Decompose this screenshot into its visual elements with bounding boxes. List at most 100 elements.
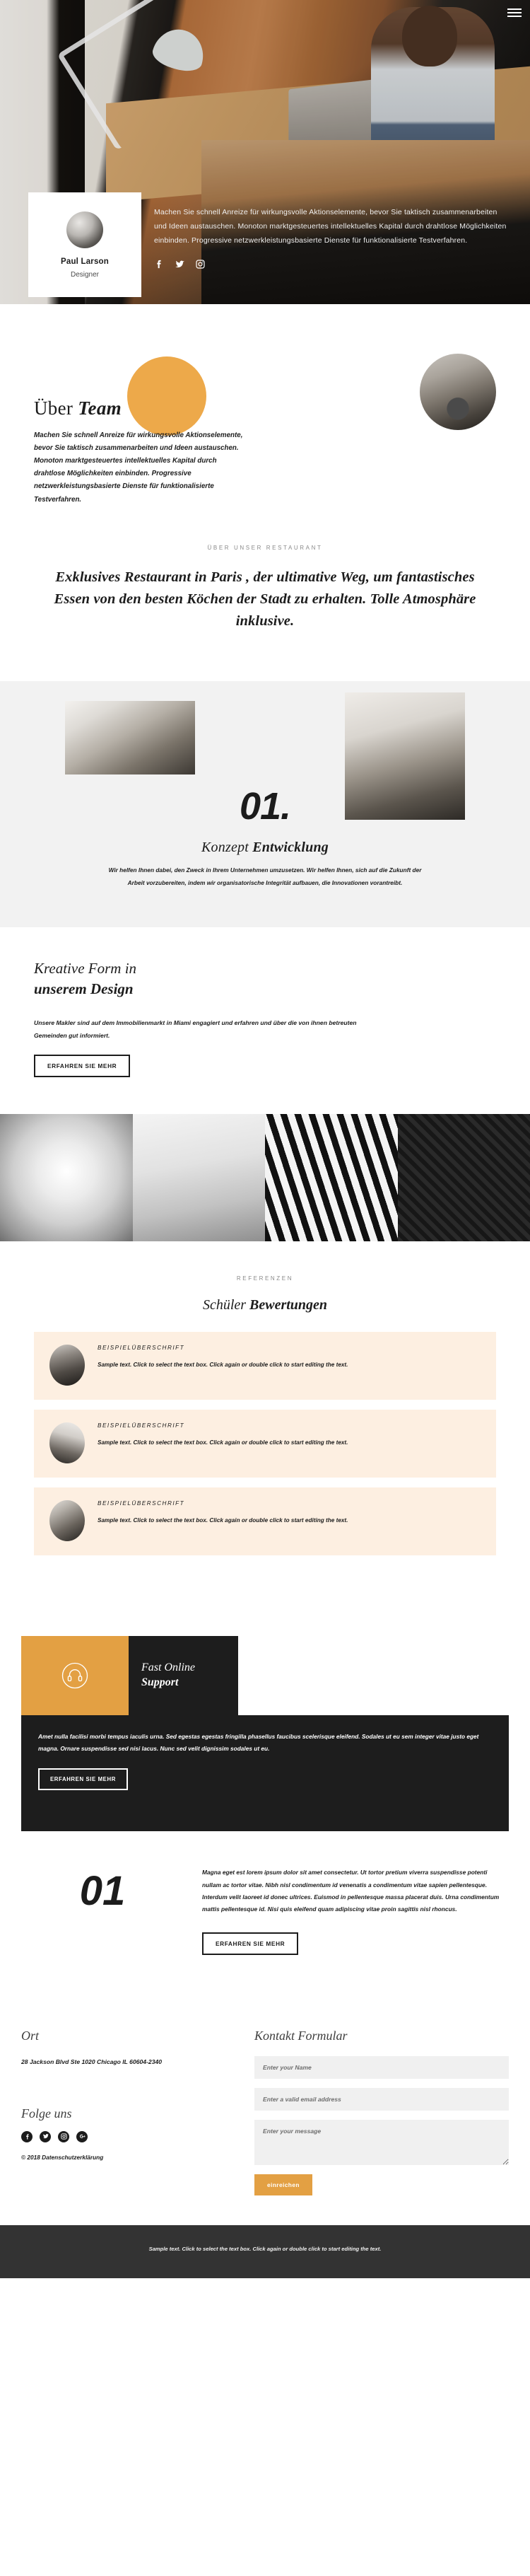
footer-section: Ort 28 Jackson Blvd Ste 1020 Chicago IL … bbox=[0, 1997, 530, 2226]
gallery-image-texture bbox=[397, 1114, 530, 1242]
support-body-panel: Amet nulla facilisi morbi tempus iaculis… bbox=[21, 1715, 509, 1832]
name-field[interactable] bbox=[254, 2056, 509, 2079]
gallery-image-zebra bbox=[265, 1114, 398, 1242]
profile-role: Designer bbox=[70, 270, 100, 279]
review-avatar bbox=[49, 1345, 85, 1386]
reviews-title-plain: Schüler bbox=[202, 1297, 250, 1313]
review-card: BEISPIELÜBERSCHRIFT Sample text. Click t… bbox=[34, 1410, 496, 1478]
kreative-title-line1: Kreative Form in bbox=[34, 960, 137, 977]
review-body: Sample text. Click to select the text bo… bbox=[98, 1439, 348, 1446]
review-avatar bbox=[49, 1422, 85, 1464]
lorem-content: Magna eget est lorem ipsum dolor sit ame… bbox=[202, 1867, 509, 1956]
gallery-image-spiral bbox=[0, 1114, 133, 1242]
support-section: Fast Online Support Amet nulla facilisi … bbox=[0, 1605, 530, 1832]
gallery-strip bbox=[0, 1114, 530, 1242]
support-title-panel: Fast Online Support bbox=[129, 1636, 238, 1716]
about-team-section: Über Team Machen Sie schnell Anreize für… bbox=[0, 304, 530, 516]
twitter-icon[interactable] bbox=[175, 259, 185, 269]
review-card: BEISPIELÜBERSCHRIFT Sample text. Click t… bbox=[34, 1332, 496, 1400]
konzept-text-block: Konzept Entwicklung Wir helfen Ihnen dab… bbox=[0, 840, 530, 889]
facebook-icon[interactable] bbox=[21, 2130, 33, 2142]
hamburger-icon[interactable] bbox=[507, 8, 522, 17]
email-field[interactable] bbox=[254, 2088, 509, 2111]
reviews-eyebrow: REFERENZEN bbox=[236, 1275, 294, 1282]
footer-address: 28 Jackson Blvd Ste 1020 Chicago IL 6060… bbox=[21, 2058, 163, 2066]
konzept-image-left bbox=[65, 701, 195, 775]
konzept-title-bold: Entwicklung bbox=[252, 840, 329, 856]
submit-button[interactable]: einreichen bbox=[254, 2174, 312, 2196]
restaurant-eyebrow: ÜBER UNSER RESTAURANT bbox=[207, 545, 323, 551]
lorem-paragraph: Magna eget est lorem ipsum dolor sit ame… bbox=[202, 1869, 500, 1913]
instagram-icon[interactable] bbox=[58, 2130, 69, 2142]
hero-paragraph: Machen Sie schnell Anreize für wirkungsv… bbox=[154, 208, 507, 245]
support-icon-panel bbox=[21, 1636, 129, 1716]
support-spacer bbox=[238, 1636, 509, 1716]
restaurant-heading: Exklusives Restaurant in Paris , der ult… bbox=[54, 569, 476, 629]
about-content: Über Team Machen Sie schnell Anreize für… bbox=[0, 398, 530, 506]
review-avatar bbox=[49, 1500, 85, 1542]
about-title-plain: Über bbox=[34, 398, 78, 419]
review-heading: BEISPIELÜBERSCHRIFT bbox=[98, 1345, 185, 1352]
profile-name: Paul Larson bbox=[60, 257, 110, 266]
footer-follow-title: Folge uns bbox=[21, 2106, 72, 2120]
about-title: Über Team bbox=[34, 398, 496, 419]
lorem-learn-more-button[interactable]: ERFAHREN SIE MEHR bbox=[202, 1932, 299, 1956]
hamburger-bar bbox=[507, 8, 522, 10]
support-paragraph: Amet nulla facilisi morbi tempus iaculis… bbox=[38, 1733, 479, 1752]
hero-social-links bbox=[154, 259, 507, 269]
konzept-title-plain: Konzept bbox=[201, 840, 253, 856]
google-plus-icon[interactable] bbox=[76, 2130, 88, 2142]
hamburger-bar bbox=[507, 12, 522, 13]
support-title-line2: Support bbox=[141, 1676, 179, 1689]
profile-card: Paul Larson Designer bbox=[28, 192, 141, 297]
konzept-section: 01. Konzept Entwicklung Wir helfen Ihnen… bbox=[0, 681, 530, 928]
hero-section: Paul Larson Designer Machen Sie schnell … bbox=[0, 0, 530, 304]
restaurant-heading-section: ÜBER UNSER RESTAURANT Exklusives Restaur… bbox=[0, 516, 530, 682]
hamburger-bar bbox=[507, 16, 522, 17]
instagram-icon[interactable] bbox=[195, 259, 206, 269]
headset-icon bbox=[61, 1661, 89, 1690]
kreative-paragraph: Unsere Makler sind auf dem Immobilienmar… bbox=[34, 1019, 357, 1040]
message-field[interactable] bbox=[254, 2120, 509, 2166]
kreative-form-section: Kreative Form in unserem Design Unsere M… bbox=[0, 927, 530, 1115]
contact-form-column: Kontakt Formular einreichen bbox=[254, 2029, 509, 2196]
reviews-title: Schüler Bewertungen bbox=[34, 1297, 496, 1313]
footer-copyright: © 2018 Datenschutzerklärung bbox=[21, 2153, 104, 2161]
kreative-title: Kreative Form in unserem Design bbox=[34, 958, 496, 999]
konzept-title: Konzept Entwicklung bbox=[106, 840, 424, 856]
gallery-image-figure bbox=[132, 1114, 265, 1242]
review-heading: BEISPIELÜBERSCHRIFT bbox=[98, 1422, 185, 1429]
lorem-number: 01 bbox=[79, 1868, 126, 1915]
review-body: Sample text. Click to select the text bo… bbox=[98, 1362, 348, 1369]
hero-text-block: Machen Sie schnell Anreize für wirkungsv… bbox=[154, 205, 507, 269]
support-top-row: Fast Online Support bbox=[21, 1636, 509, 1716]
reviews-title-bold: Bewertungen bbox=[249, 1297, 328, 1313]
about-paragraph: Machen Sie schnell Anreize für wirkungsv… bbox=[34, 431, 243, 504]
kreative-title-line2: unserem Design bbox=[34, 980, 134, 998]
footer-location-title: Ort bbox=[21, 2029, 40, 2043]
reviews-section: REFERENZEN Schüler Bewertungen BEISPIELÜ… bbox=[0, 1241, 530, 1606]
footer-social-links bbox=[21, 2130, 233, 2142]
about-title-bold: Team bbox=[78, 398, 122, 419]
support-title: Fast Online Support bbox=[141, 1661, 238, 1690]
konzept-paragraph: Wir helfen Ihnen dabei, den Zweck in Ihr… bbox=[108, 866, 422, 886]
footer-location-column: Ort 28 Jackson Blvd Ste 1020 Chicago IL … bbox=[21, 2029, 233, 2195]
support-learn-more-button[interactable]: ERFAHREN SIE MEHR bbox=[38, 1768, 128, 1791]
contact-form-title: Kontakt Formular bbox=[254, 2029, 348, 2043]
review-text: BEISPIELÜBERSCHRIFT Sample text. Click t… bbox=[98, 1345, 348, 1370]
review-text: BEISPIELÜBERSCHRIFT Sample text. Click t… bbox=[98, 1500, 348, 1526]
twitter-icon[interactable] bbox=[40, 2130, 51, 2142]
lorem-section: 01 Magna eget est lorem ipsum dolor sit … bbox=[0, 1831, 530, 1998]
landing-page: Paul Larson Designer Machen Sie schnell … bbox=[0, 0, 530, 2279]
review-card: BEISPIELÜBERSCHRIFT Sample text. Click t… bbox=[34, 1487, 496, 1556]
bottom-bar: Sample text. Click to select the text bo… bbox=[0, 2225, 530, 2279]
review-text: BEISPIELÜBERSCHRIFT Sample text. Click t… bbox=[98, 1422, 348, 1448]
support-title-line1: Fast Online bbox=[141, 1661, 195, 1674]
kreative-learn-more-button[interactable]: ERFAHREN SIE MEHR bbox=[34, 1055, 131, 1078]
facebook-icon[interactable] bbox=[154, 259, 165, 269]
bottom-bar-text: Sample text. Click to select the text bo… bbox=[148, 2246, 382, 2253]
review-body: Sample text. Click to select the text bo… bbox=[98, 1517, 348, 1524]
avatar bbox=[66, 211, 103, 248]
konzept-number: 01. bbox=[239, 785, 291, 828]
review-heading: BEISPIELÜBERSCHRIFT bbox=[98, 1500, 185, 1507]
